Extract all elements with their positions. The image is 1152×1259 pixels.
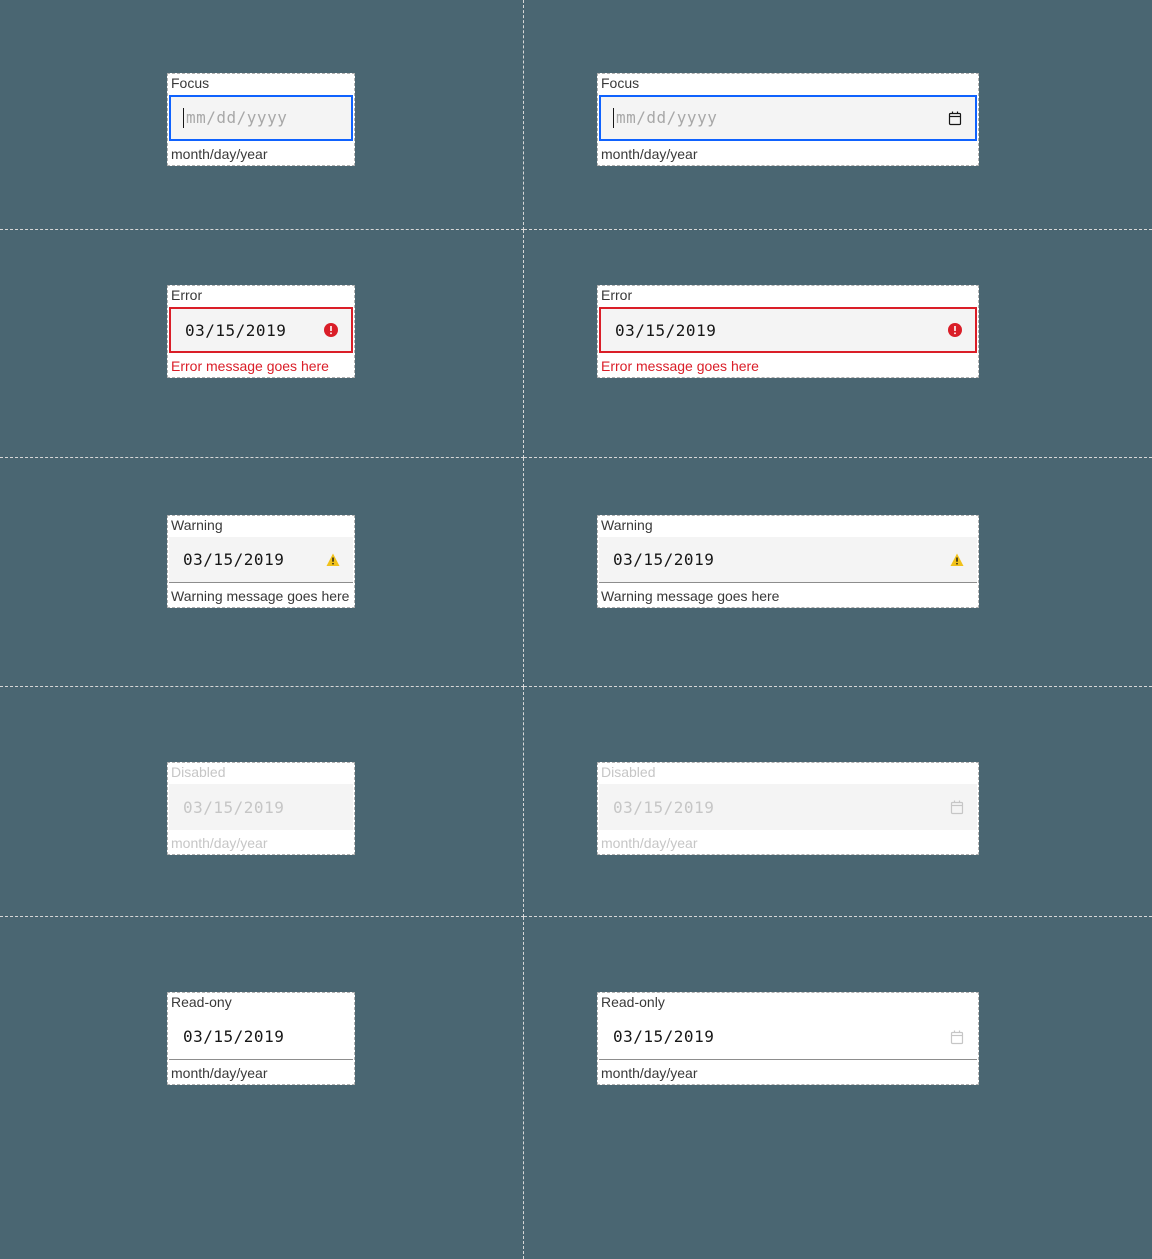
field-helper: month/day/year [597, 832, 979, 855]
date-input-error[interactable]: 03/15/2019 [599, 307, 977, 353]
field-warning-message: Warning message goes here [597, 585, 979, 608]
date-card-disabled-calendar: Disabled 03/15/2019 month/day/year [597, 762, 979, 855]
date-input-disabled: 03/15/2019 [599, 784, 977, 830]
field-label: Disabled [167, 762, 355, 782]
date-input-value: mm/dd/yyyy [601, 108, 935, 129]
field-label: Error [167, 285, 355, 305]
date-input-value: 03/15/2019 [599, 550, 937, 569]
field-helper: month/day/year [167, 1062, 355, 1085]
date-card-error-simple: Error 03/15/2019 Error message goes here [167, 285, 355, 378]
warning-icon [313, 552, 353, 568]
date-card-readonly-simple: Read-ony 03/15/2019 month/day/year [167, 992, 355, 1085]
field-helper: month/day/year [167, 832, 355, 855]
field-label: Focus [597, 73, 979, 93]
date-input-readonly: 03/15/2019 [169, 1014, 353, 1060]
date-input-value: 03/15/2019 [601, 321, 935, 340]
date-card-disabled-simple: Disabled 03/15/2019 month/day/year [167, 762, 355, 855]
date-input-error[interactable]: 03/15/2019 [169, 307, 353, 353]
date-input-focus[interactable]: mm/dd/yyyy [169, 95, 353, 141]
error-icon [311, 322, 351, 338]
calendar-icon [937, 1029, 977, 1045]
field-error-message: Error message goes here [597, 355, 979, 378]
field-helper: month/day/year [167, 143, 355, 166]
date-input-warning[interactable]: 03/15/2019 [169, 537, 353, 583]
field-label: Disabled [597, 762, 979, 782]
date-input-value: 03/15/2019 [169, 798, 353, 817]
date-card-warning-simple: Warning 03/15/2019 Warning message goes … [167, 515, 355, 608]
date-input-value: 03/15/2019 [169, 550, 313, 569]
date-card-focus-simple: Focus mm/dd/yyyy month/day/year [167, 73, 355, 166]
date-card-warning-calendar: Warning 03/15/2019 Warning message goes … [597, 515, 979, 608]
field-helper: month/day/year [597, 1062, 979, 1085]
date-input-focus[interactable]: mm/dd/yyyy [599, 95, 977, 141]
field-label: Read-ony [167, 992, 355, 1012]
field-error-message: Error message goes here [167, 355, 355, 378]
date-input-value: 03/15/2019 [599, 798, 937, 817]
date-input-disabled: 03/15/2019 [169, 784, 353, 830]
date-input-value: 03/15/2019 [169, 1027, 353, 1046]
date-input-value: 03/15/2019 [171, 321, 311, 340]
date-input-value: mm/dd/yyyy [171, 108, 351, 129]
date-card-error-calendar: Error 03/15/2019 Error message goes here [597, 285, 979, 378]
field-label: Warning [167, 515, 355, 535]
date-card-focus-calendar: Focus mm/dd/yyyy month/day/year [597, 73, 979, 166]
field-helper: month/day/year [597, 143, 979, 166]
date-input-value: 03/15/2019 [599, 1027, 937, 1046]
field-warning-message: Warning message goes here [167, 585, 355, 608]
field-label: Warning [597, 515, 979, 535]
warning-icon [937, 552, 977, 568]
error-icon [935, 322, 975, 338]
calendar-icon[interactable] [935, 110, 975, 126]
date-input-warning[interactable]: 03/15/2019 [599, 537, 977, 583]
field-label: Error [597, 285, 979, 305]
field-label: Read-only [597, 992, 979, 1012]
field-label: Focus [167, 73, 355, 93]
date-input-readonly: 03/15/2019 [599, 1014, 977, 1060]
calendar-icon [937, 799, 977, 815]
date-card-readonly-calendar: Read-only 03/15/2019 month/day/year [597, 992, 979, 1085]
